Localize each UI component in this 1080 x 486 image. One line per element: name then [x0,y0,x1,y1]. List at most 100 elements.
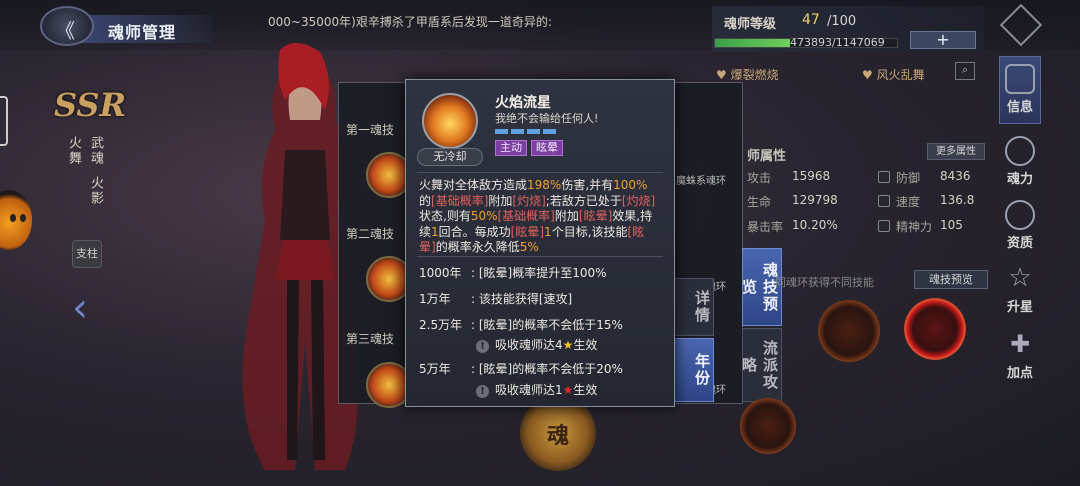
nav-label: 升星 [1006,300,1033,315]
condition-row: ! 吸收魂师达4★生效 [476,336,597,353]
back-chevron-icon: 《 [55,19,75,43]
trait-tag: ♥ 爆裂燃烧 [716,68,779,82]
desc-text: 附加 [554,209,579,223]
stat-value: 129798 [792,193,838,207]
year-sep: : [471,266,476,280]
aptitude-icon [1005,200,1035,230]
add-level-button[interactable]: + [910,31,976,49]
attributes-title: 师属性 [747,149,787,164]
year-effect-text: [眩晕]概率提升至100% [478,266,607,280]
nav-label: 魂力 [1006,172,1033,187]
year-effect-row: 1000年: [眩晕]概率提升至100% [419,264,607,281]
skill-level-segment [543,129,556,134]
speed-icon [878,195,890,207]
flame-meteor-skill-icon [422,93,478,149]
exp-bar-fill [715,39,790,47]
desc-value: 198% [527,178,562,192]
condition-text: 吸收魂师达1 [495,383,563,397]
back-button[interactable]: 《 [40,6,94,46]
soul-power-icon [1005,136,1035,166]
tab-school-guide[interactable]: 流派攻略 [740,328,782,402]
defense-icon [878,171,890,183]
level-max: /100 [827,14,857,29]
stat-label: 生命 [747,195,772,209]
nav-aptitude[interactable]: 资质 [996,200,1044,251]
year-effect-row: 5万年: [眩晕]的概率不会低于20% [419,360,623,377]
desc-keyword: [基础概率] [497,209,555,223]
year-effect-text: 该技能获得[速攻] [478,292,573,306]
year-effect-row: 1万年: 该技能获得[速攻] [419,290,572,307]
year-key: 1000年 [419,266,462,280]
soul-ring-icon[interactable] [740,398,796,454]
skill-quote: 我绝不会输给任何人! [495,112,599,125]
nav-info[interactable]: 信息 [996,64,1044,115]
stat-value: 15968 [792,169,831,183]
desc-value: 1 [431,224,439,239]
soul-ring-icon[interactable] [818,300,880,362]
tab-year[interactable]: 年份 [674,338,714,402]
skill-tag-badge: 主动 [495,140,527,156]
info-icon [1005,64,1035,94]
year-key: 2.5万年 [419,318,463,332]
nav-label: 信息 [1006,100,1033,115]
pet-eye [20,214,26,222]
skill-slot-label: 第二魂技 [346,227,395,241]
year-effect-row: 2.5万年: [眩晕]的概率不会低于15% [419,316,623,333]
level-current: 47 [802,12,820,28]
skill-description: 火舞对全体敌方造成198%伤害,并有100%的[基础概率]附加[灼烧];若敌方已… [419,178,659,256]
more-attributes-button[interactable]: 更多属性 [927,143,985,160]
skill-preview-button[interactable]: 魂技预览 [914,270,988,289]
stat-value: 10.20% [792,218,838,232]
level-label: 魂师等级 [724,17,777,32]
star-up-icon: ☆ [1008,263,1032,293]
nav-add-point[interactable]: ✚ 加点 [996,330,1044,381]
desc-value: 1 [544,224,552,239]
prev-hero-arrow-icon[interactable]: ‹ [72,285,88,331]
nav-label: 资质 [1006,236,1033,251]
desc-text: 火舞对全体敌方造成 [419,178,528,192]
marquee-text: 000~35000年)艰辛搏杀了甲盾系后发现一道奇异的: [268,15,552,29]
nav-star-up[interactable]: ☆ 升星 [996,264,1044,315]
red-star-icon: ★ [562,383,574,397]
soul-ring-icon[interactable] [904,298,966,360]
desc-keyword: [灼烧] [512,193,546,208]
left-edge-tab[interactable] [0,96,8,146]
cooldown-tag: 无冷却 [417,148,483,166]
desc-keyword: [灼烧] [621,193,656,208]
spirit-icon [878,220,890,232]
skill-level-segment [495,129,508,134]
condition-row: ! 吸收魂师达1★生效 [476,381,597,398]
skill-slot-label: 第三魂技 [346,332,395,346]
divider [417,256,663,257]
pet-avatar[interactable] [0,190,32,250]
condition-text: 生效 [573,338,598,352]
stat-label: 速度 [896,195,921,209]
skill-slot-label: 第一魂技 [346,123,395,137]
search-icon[interactable]: ⌕ [955,62,975,80]
stat-value: 8436 [940,169,971,183]
ring-text: 魔蛛系魂环 [676,176,726,187]
rarity-badge: SSR [54,86,127,124]
desc-keyword: [眩晕] [510,224,545,239]
year-sep: : [471,318,476,332]
gold-star-icon: ★ [562,338,574,352]
add-point-icon: ✚ [1009,330,1031,358]
pet-eye [10,214,16,222]
skill-level-segment [511,129,524,134]
warning-icon: ! [476,340,489,353]
desc-text: 的 [419,193,432,208]
trait-tag-label: 爆裂燃烧 [730,68,779,82]
year-sep: : [471,362,476,376]
tab-details[interactable]: 详情 [674,278,714,336]
desc-value: 50% [470,209,498,223]
nav-soul-power[interactable]: 魂力 [996,136,1044,187]
year-effect-text: [眩晕]的概率不会低于20% [478,362,623,376]
condition-text: 吸收魂师达4 [495,338,563,352]
skill-name: 火焰流星 [495,95,551,111]
desc-text: ;若敌方已处于 [545,193,622,208]
stat-label: 防御 [896,171,921,185]
condition-text: 生效 [573,383,598,397]
desc-keyword: [眩晕] [578,209,613,223]
desc-text: 伤害,并有 [561,178,614,192]
stat-value: 105 [940,218,963,232]
